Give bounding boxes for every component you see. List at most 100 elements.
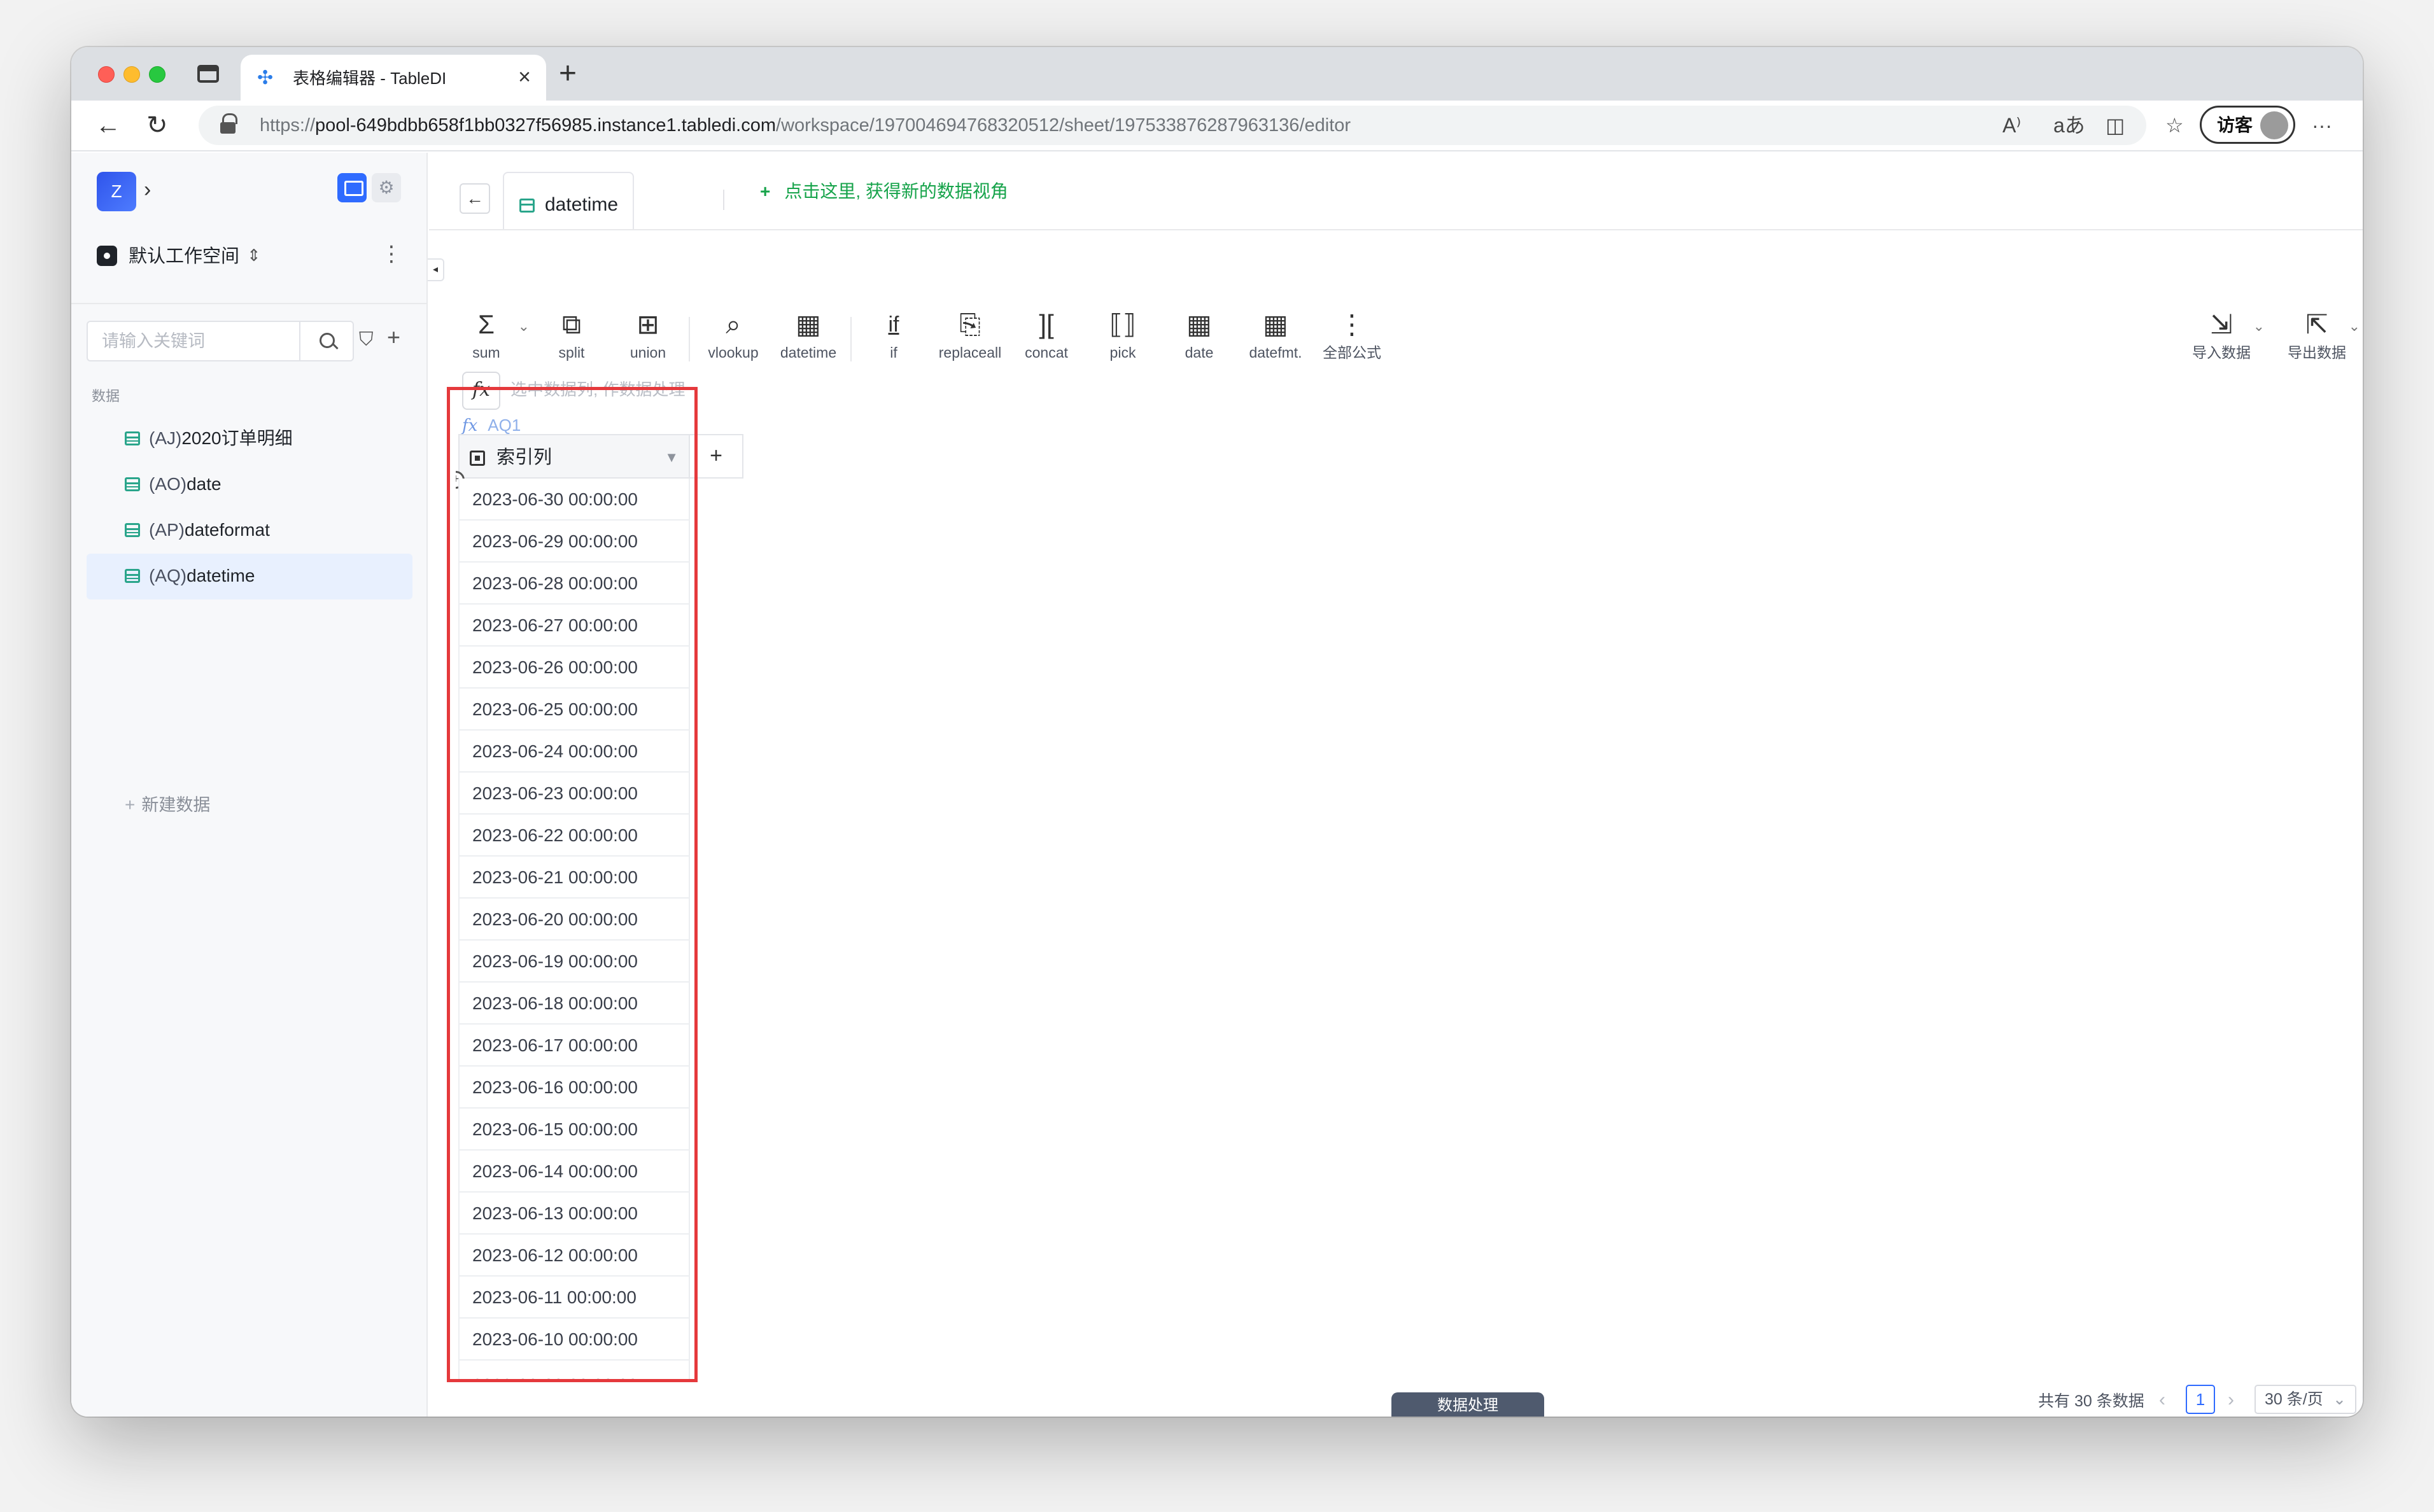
formula-fx-button[interactable]: fx xyxy=(462,372,500,410)
union-icon: ⊞ xyxy=(637,309,659,339)
tool-pick[interactable]: ⟦⟧ pick xyxy=(1091,309,1155,373)
zoom-window-button[interactable] xyxy=(149,66,165,83)
tool-union[interactable]: ⊞ union xyxy=(616,309,680,373)
collapse-sidebar-icon[interactable]: ◂ xyxy=(428,258,444,281)
sidebar-item-ao[interactable]: (AO)date xyxy=(87,462,412,508)
table-row[interactable]: 2023-06-09 00:00:00 xyxy=(458,1361,690,1382)
tool-datefmt[interactable]: ▦ datefmt. xyxy=(1244,309,1307,373)
grid-rows: 2023-06-30 00:00:00 2023-06-29 00:00:00 20… xyxy=(458,479,690,1382)
tab-sidebar-icon[interactable] xyxy=(197,65,219,83)
concat-icon: ][ xyxy=(1039,309,1054,339)
url-field[interactable]: https://pool-649bdbb658f1bb0327f56985.in… xyxy=(199,106,2146,145)
address-bar: ← ↻ https://pool-649bdbb658f1bb0327f5698… xyxy=(71,101,2363,151)
pager-current-page[interactable]: 1 xyxy=(2186,1385,2215,1414)
sidebar-item-aq[interactable]: (AQ)datetime xyxy=(87,554,412,599)
pager-prev-icon[interactable]: ‹ xyxy=(2159,1389,2165,1411)
export-data-button[interactable]: ⇱ ⌄ 导出数据 xyxy=(2285,309,2360,373)
filter-icon[interactable]: ⛉ xyxy=(359,328,374,351)
table-row[interactable]: 2023-06-25 00:00:00 xyxy=(458,689,690,731)
sidebar: Z › ⚙ 默认工作空间 ⇕ ⋮ ⛉ + 数据 (AJ)2020订单明细 xyxy=(71,153,428,1417)
back-button[interactable]: ← xyxy=(460,183,490,214)
app-logo[interactable]: Z xyxy=(97,172,136,211)
import-data-button[interactable]: ⇲ ⌄ 导入数据 xyxy=(2190,309,2265,373)
column-header-label: 索引列 xyxy=(496,447,552,468)
translate-icon[interactable]: aあ xyxy=(2053,111,2085,140)
table-row[interactable]: 2023-06-23 00:00:00 xyxy=(458,773,690,815)
tool-vlookup[interactable]: ⌕ vlookup xyxy=(701,309,765,373)
settings-icon[interactable]: ⚙ xyxy=(372,173,401,202)
tool-concat[interactable]: ][ concat xyxy=(1015,309,1078,373)
favorites-icon[interactable]: ☆ xyxy=(2165,111,2184,140)
page-size-label: 30 条/页 xyxy=(2265,1390,2323,1408)
browser-tab-active[interactable]: ✣ 表格编辑器 - TableDI × xyxy=(241,55,546,101)
app-root: Z › ⚙ 默认工作空间 ⇕ ⋮ ⛉ + 数据 (AJ)2020订单明细 xyxy=(71,153,2363,1417)
tool-if[interactable]: if if xyxy=(862,309,925,373)
table-row[interactable]: 2023-06-26 00:00:00 xyxy=(458,647,690,689)
more-menu-icon[interactable]: ··· xyxy=(2312,111,2332,140)
close-window-button[interactable] xyxy=(98,66,115,83)
new-data-button[interactable]: + 新建数据 xyxy=(125,794,210,816)
chevron-right-icon[interactable]: › xyxy=(144,177,151,202)
table-row[interactable]: 2023-06-21 00:00:00 xyxy=(458,857,690,899)
table-row[interactable]: 2023-06-20 00:00:00 xyxy=(458,899,690,941)
new-tab-button[interactable]: + xyxy=(559,56,577,92)
caret-down-icon[interactable]: ▼ xyxy=(665,448,679,467)
back-arrow-icon[interactable]: ← xyxy=(95,109,121,141)
data-processing-tab[interactable]: 数据处理 xyxy=(1391,1392,1544,1417)
search-icon[interactable] xyxy=(299,321,354,361)
pager-next-icon[interactable]: › xyxy=(2228,1389,2234,1411)
table-cell: 2023-06-19 00:00:00 xyxy=(472,951,638,971)
add-icon[interactable]: + xyxy=(387,325,400,350)
table-row[interactable]: 2023-06-29 00:00:00 xyxy=(458,521,690,563)
tool-sum[interactable]: Σ ⌄ sum xyxy=(454,309,530,373)
add-column-button[interactable]: + xyxy=(690,434,743,479)
split-screen-icon[interactable]: ◫ xyxy=(2106,111,2125,140)
tool-split[interactable]: ⧉ split xyxy=(540,309,603,373)
tab-datetime[interactable]: datetime xyxy=(503,172,634,230)
workspace-selector[interactable]: 默认工作空间 ⇕ ⋮ xyxy=(97,235,409,274)
tool-all-formulas[interactable]: ⋮ 全部公式 xyxy=(1320,309,1384,373)
sidebar-item-label: (AQ)datetime xyxy=(149,566,255,585)
tool-datetime[interactable]: ▦ datetime xyxy=(777,309,840,373)
sidebar-item-ap[interactable]: (AP)dateformat xyxy=(87,508,412,554)
table-row[interactable]: 2023-06-13 00:00:00 xyxy=(458,1193,690,1235)
chevron-down-icon: ⌄ xyxy=(2333,1390,2346,1408)
table-row[interactable]: 2023-06-11 00:00:00 xyxy=(458,1277,690,1319)
sidebar-search-field[interactable] xyxy=(87,321,300,361)
table-row[interactable]: 2023-06-22 00:00:00 xyxy=(458,815,690,857)
table-row[interactable]: 2023-06-15 00:00:00 xyxy=(458,1109,690,1151)
table-row[interactable]: 2023-06-16 00:00:00 xyxy=(458,1067,690,1109)
sidebar-search-input[interactable] xyxy=(88,322,299,360)
profile-button[interactable]: 访客 xyxy=(2200,106,2295,144)
table-row[interactable]: 2023-06-12 00:00:00 xyxy=(458,1235,690,1277)
workspace-name: 默认工作空间 xyxy=(129,246,240,267)
sidebar-item-label: (AO)date xyxy=(149,474,222,494)
tool-date[interactable]: ▦ date xyxy=(1167,309,1231,373)
main-panel: ← datetime + 点击这里, 获得新的数据视角 ◂ Σ ⌄ sum ⧉ s… xyxy=(428,153,2363,1417)
close-tab-icon[interactable]: × xyxy=(518,66,531,88)
column-header-index[interactable]: 索引列 ▼ xyxy=(458,434,690,479)
sidebar-item-aj[interactable]: (AJ)2020订单明细 xyxy=(87,416,412,462)
table-cell: 2023-06-26 00:00:00 xyxy=(472,657,638,677)
table-row[interactable]: 2023-06-28 00:00:00 xyxy=(458,563,690,605)
replace-icon: ⎘ xyxy=(959,309,981,339)
table-cell: 2023-06-25 00:00:00 xyxy=(472,699,638,719)
table-row[interactable]: 2023-06-27 00:00:00 xyxy=(458,605,690,647)
new-view-link[interactable]: + 点击这里, 获得新的数据视角 xyxy=(760,181,1008,202)
table-row[interactable]: 2023-06-19 00:00:00 xyxy=(458,941,690,983)
read-aloud-icon[interactable]: A⁾ xyxy=(2002,111,2021,140)
table-row[interactable]: 2023-06-14 00:00:00 xyxy=(458,1151,690,1193)
minimize-window-button[interactable] xyxy=(123,66,140,83)
monitor-icon[interactable] xyxy=(337,173,367,202)
table-row[interactable]: 2023-06-24 00:00:00 xyxy=(458,731,690,773)
tool-replaceall[interactable]: ⎘ replaceall xyxy=(938,309,1002,373)
table-cell: 2023-06-18 00:00:00 xyxy=(472,993,638,1013)
table-row[interactable]: 2023-06-17 00:00:00 xyxy=(458,1025,690,1067)
table-row[interactable]: 2023-06-10 00:00:00 xyxy=(458,1319,690,1361)
more-vertical-icon[interactable]: ⋮ xyxy=(381,243,402,265)
tabledi-favicon-icon: ✣ xyxy=(257,67,274,88)
table-row[interactable]: 2023-06-18 00:00:00 xyxy=(458,983,690,1025)
table-row[interactable]: 2023-06-30 00:00:00 xyxy=(458,479,690,521)
reload-icon[interactable]: ↻ xyxy=(146,109,168,141)
page-size-select[interactable]: 30 条/页 ⌄ xyxy=(2255,1385,2356,1414)
